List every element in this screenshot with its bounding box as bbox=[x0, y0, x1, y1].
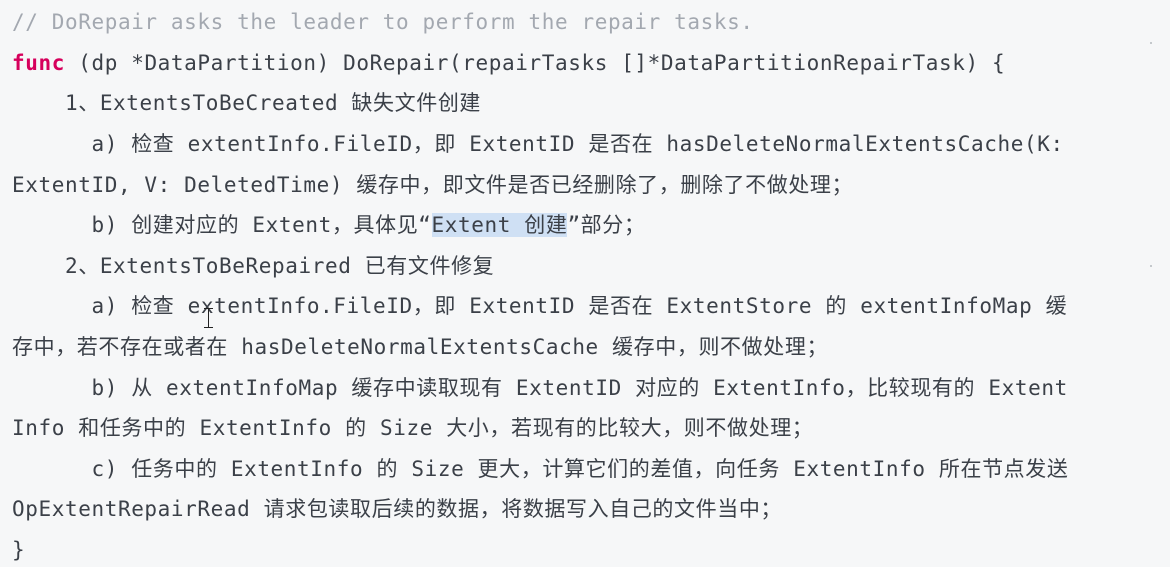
create-extent-text: b) 创建对应的 Extent，具体见“ bbox=[12, 213, 432, 237]
code-line-check-extent-store: a) 检查 extentInfo.FileID，即 ExtentID 是否在 E… bbox=[12, 294, 1068, 318]
scroll-marker-dot bbox=[1150, 42, 1152, 44]
func-signature: (dp *DataPartition) DoRepair(repairTasks… bbox=[64, 51, 1006, 75]
code-view[interactable]: // DoRepair asks the leader to perform t… bbox=[0, 0, 1170, 567]
code-comment-line: // DoRepair asks the leader to perform t… bbox=[12, 10, 754, 34]
text-cursor-icon bbox=[203, 308, 214, 328]
create-extent-tail: ”部分； bbox=[567, 213, 646, 237]
code-line-send-repair-read-cont: OpExtentRepairRead 请求包读取后续的数据，将数据写入自己的文件… bbox=[12, 497, 783, 521]
code-line-extents-to-be-repaired: 2、ExtentsToBeRepaired 已有文件修复 bbox=[12, 254, 495, 278]
code-line-send-repair-read: c) 任务中的 ExtentInfo 的 Size 更大，计算它们的差值，向任务… bbox=[12, 457, 1069, 481]
code-line-create-extent: b) 创建对应的 Extent，具体见“Extent 创建”部分； bbox=[12, 210, 645, 240]
func-keyword: func bbox=[12, 51, 65, 75]
code-line-check-delete-cache: a) 检查 extentInfo.FileID，即 ExtentID 是否在 h… bbox=[12, 132, 1064, 156]
code-line-read-extent-info: b) 从 extentInfoMap 缓存中读取现有 ExtentID 对应的 … bbox=[12, 376, 1068, 400]
code-func-signature-line: func (dp *DataPartition) DoRepair(repair… bbox=[12, 48, 1005, 78]
selected-text-highlight[interactable]: Extent 创建 bbox=[431, 213, 568, 237]
code-line-check-delete-cache-cont: ExtentID, V: DeletedTime) 缓存中，即文件是否已经删除了… bbox=[12, 173, 854, 197]
code-closing-brace: } bbox=[12, 538, 26, 562]
code-line-check-extent-store-cont: 存中，若不存在或者在 hasDeleteNormalExtentsCache 缓… bbox=[12, 335, 829, 359]
code-line-read-extent-info-cont: Info 和任务中的 ExtentInfo 的 Size 大小，若现有的比较大，… bbox=[12, 416, 814, 440]
scroll-marker-dot bbox=[1150, 265, 1152, 267]
code-line-extents-to-be-created: 1、ExtentsToBeCreated 缺失文件创建 bbox=[12, 91, 482, 115]
